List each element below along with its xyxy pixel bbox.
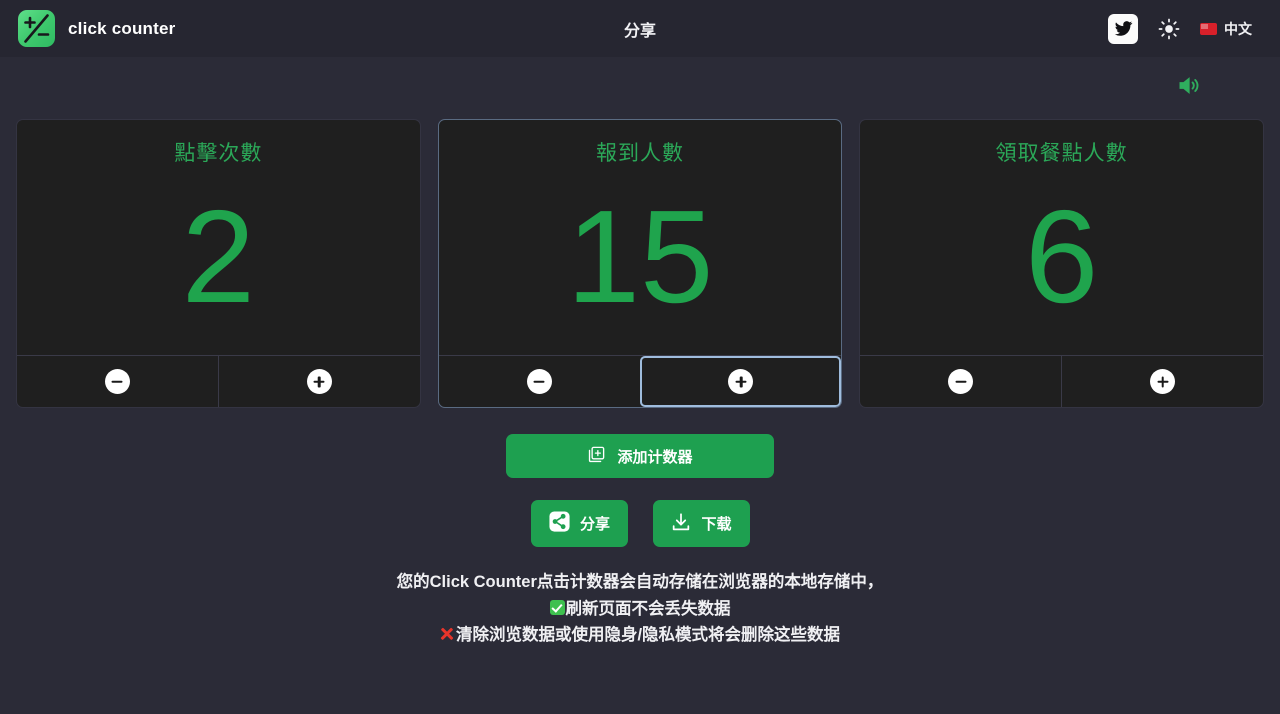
counter-card: 報到人數 15 [437, 119, 843, 408]
counter-card: 領取餐點人數 6 [859, 119, 1265, 408]
sun-icon[interactable] [1154, 14, 1184, 44]
share-download-row: 分享 下载 [0, 500, 1280, 547]
check-mark-icon [549, 599, 565, 615]
counter-controls [438, 355, 842, 407]
speaker-on-icon[interactable] [1175, 72, 1202, 104]
brand-name: click counter [68, 18, 176, 38]
add-counter-button[interactable]: 添加计数器 [506, 434, 774, 478]
plus-circle-icon [306, 369, 332, 394]
storage-info-line-2: 刷新页面不会丢失数据 [0, 596, 1280, 623]
minus-circle-icon [104, 369, 130, 394]
cross-mark-icon [440, 626, 455, 641]
storage-info-line-3: 清除浏览数据或使用隐身/隐私模式将会删除这些数据 [0, 622, 1280, 649]
header-actions: 中文 [1108, 13, 1260, 44]
share-label: 分享 [579, 516, 610, 533]
counter-title: 點擊次數 [174, 142, 263, 165]
storage-info-line-1: 您的Click Counter点击计数器会自动存储在浏览器的本地存储中， [396, 573, 884, 591]
increment-button[interactable] [217, 356, 420, 407]
storage-info: 您的Click Counter点击计数器会自动存储在浏览器的本地存储中， 刷新页… [0, 569, 1280, 649]
sound-row [0, 57, 1280, 119]
counter-list: 點擊次數 2 報到人數 15 領取餐點人數 6 [0, 119, 1280, 408]
storage-info-line-3-text: 清除浏览数据或使用隐身/隐私模式将会删除这些数据 [455, 626, 841, 645]
download-label: 下载 [701, 516, 732, 533]
share-button[interactable]: 分享 [530, 500, 628, 547]
minus-circle-icon [526, 369, 552, 394]
share-nodes-icon [548, 510, 571, 537]
counter-controls [860, 355, 1264, 407]
counter-title: 領取餐點人數 [995, 142, 1128, 165]
counter-value: 6 [1024, 183, 1099, 330]
plus-circle-icon [1150, 369, 1176, 394]
language-label: 中文 [1224, 20, 1252, 37]
add-box-icon [587, 445, 606, 468]
plus-circle-icon [728, 369, 754, 394]
counter-controls [17, 355, 420, 407]
decrement-button[interactable] [17, 356, 218, 407]
twitter-icon[interactable] [1108, 13, 1138, 44]
language-switcher[interactable]: 中文 [1200, 19, 1260, 39]
download-icon [670, 511, 692, 537]
counter-card: 點擊次數 2 [16, 119, 421, 408]
minus-circle-icon [948, 369, 974, 394]
increment-button[interactable] [639, 356, 842, 407]
increment-button[interactable] [1061, 356, 1263, 407]
add-counter-row: 添加计数器 [0, 434, 1280, 478]
app-header: click counter 分享 中文 [0, 0, 1280, 57]
flag-icon [1200, 22, 1217, 35]
storage-info-line-2-text: 刷新页面不会丢失数据 [565, 599, 731, 618]
counter-title: 報到人數 [596, 142, 684, 165]
add-counter-label: 添加计数器 [617, 448, 693, 466]
page-title: 分享 [623, 22, 656, 40]
brand[interactable]: click counter [18, 10, 175, 47]
counter-value: 2 [181, 183, 256, 330]
counter-value: 15 [566, 183, 714, 330]
decrement-button[interactable] [860, 356, 1061, 407]
plus-minus-logo-icon [18, 10, 55, 47]
decrement-button[interactable] [439, 356, 640, 407]
download-button[interactable]: 下载 [652, 500, 750, 547]
